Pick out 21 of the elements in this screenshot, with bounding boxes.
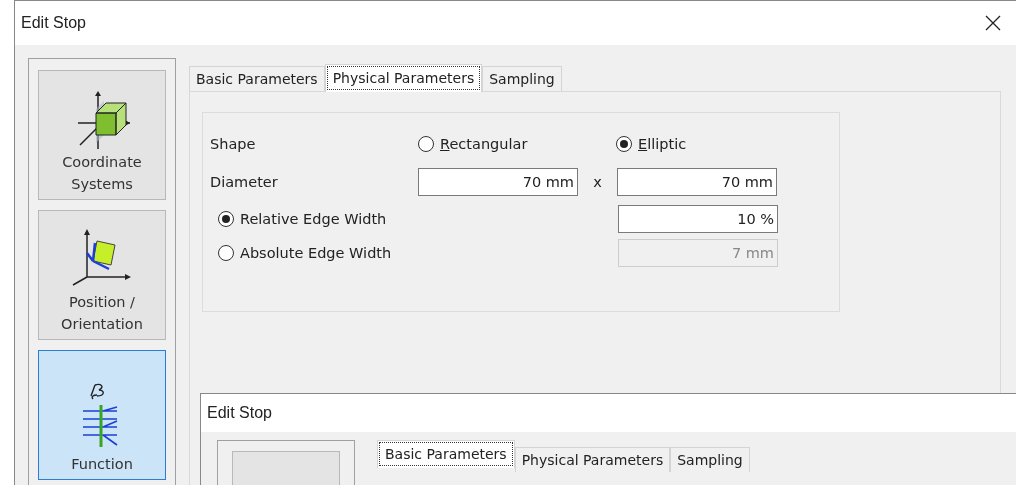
radio-button[interactable]: Rectangular bbox=[418, 136, 616, 152]
radio-button[interactable]: Elliptic bbox=[616, 136, 687, 152]
field-label: Shape bbox=[210, 136, 257, 152]
separator-label: x bbox=[592, 174, 603, 190]
sidebar-item[interactable]: Position / Orientation bbox=[38, 210, 166, 340]
sidebar-item[interactable]: Coordinate Systems bbox=[38, 70, 166, 200]
window-title: Edit Stop bbox=[21, 14, 86, 32]
field-label: Diameter bbox=[210, 174, 279, 190]
input-field[interactable]: 70 mm bbox=[418, 168, 578, 196]
tab[interactable]: Sampling bbox=[482, 66, 562, 91]
sidebar-item[interactable]: Function bbox=[38, 350, 166, 480]
close-icon[interactable] bbox=[985, 15, 1001, 31]
input-field[interactable]: 70 mm bbox=[617, 168, 777, 196]
radio-button[interactable]: Relative Edge Width bbox=[210, 211, 618, 227]
window-title: Edit Stop bbox=[207, 404, 272, 422]
tab[interactable]: Physical Parameters bbox=[514, 447, 671, 472]
tab[interactable]: Basic Parameters bbox=[189, 66, 325, 91]
tab[interactable]: Sampling bbox=[670, 447, 750, 472]
tab[interactable]: Physical Parameters bbox=[324, 64, 483, 92]
tab[interactable]: Basic Parameters bbox=[377, 440, 515, 468]
input-field[interactable]: 10 % bbox=[618, 205, 778, 233]
